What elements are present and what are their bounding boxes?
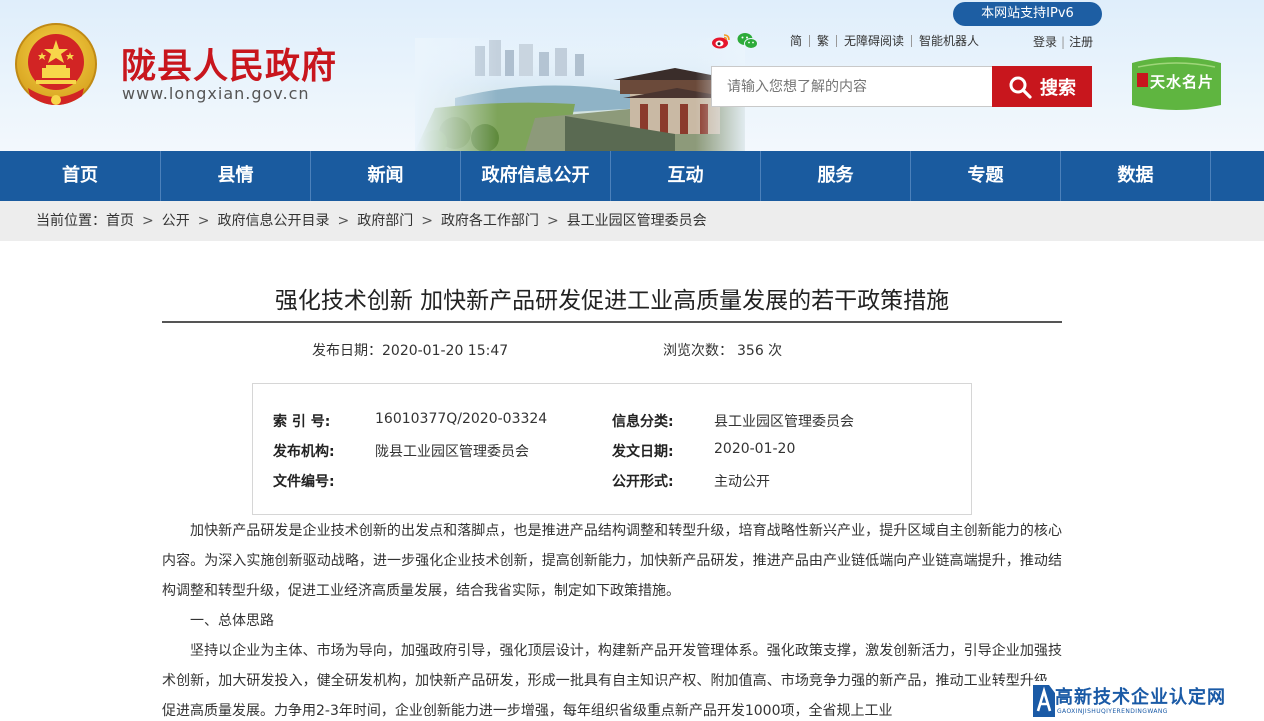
nav-news[interactable]: 新闻: [311, 151, 461, 201]
nav-data[interactable]: 数据: [1061, 151, 1211, 201]
publisher-row: 发布机构:: [273, 441, 335, 461]
nav-topics[interactable]: 专题: [911, 151, 1061, 201]
search-input[interactable]: [712, 67, 992, 106]
page: 陇县人民政府 www.longxian.gov.cn 本网站支持IPv6 简 繁…: [0, 0, 1264, 721]
disclosure-form-label: 公开形式:: [612, 474, 674, 490]
search-button-label: 搜索: [1040, 77, 1076, 99]
breadcrumb-separator: >: [546, 213, 559, 229]
main-nav: 首页 县情 新闻 政府信息公开 互动 服务 专题 数据: [0, 151, 1264, 201]
watermark-badge: 高新技术企业认定网 GAOXINJISHUQIYERENDINGWANG: [1031, 681, 1264, 721]
document-number-row: 文件编号:: [273, 471, 335, 491]
watermark-subtitle: GAOXINJISHUQIYERENDINGWANG: [1057, 708, 1168, 715]
publisher-label: 发布机构:: [273, 444, 335, 460]
index-number-row: 索 引 号:: [273, 411, 330, 431]
disclosure-form-row: 公开形式:: [612, 471, 674, 491]
issue-date-label: 发文日期:: [612, 444, 674, 460]
traditional-chinese-link[interactable]: 繁: [810, 34, 836, 48]
article-body: 加快新产品研发是企业技术创新的出发点和落脚点，也是推进产品结构调整和转型升级，培…: [162, 516, 1062, 721]
tianshui-card-logo-text: 天水名片: [1150, 73, 1215, 91]
body-paragraph: 加快新产品研发是企业技术创新的出发点和落脚点，也是推进产品结构调整和转型升级，培…: [162, 523, 1062, 599]
view-count: 浏览次数： 356 次: [663, 340, 782, 360]
breadcrumb-home[interactable]: 首页: [106, 201, 134, 241]
title-divider: [162, 321, 1062, 323]
disclosure-form-value: 主动公开: [714, 474, 770, 490]
ipv6-support-badge: 本网站支持IPv6: [953, 2, 1102, 26]
view-count-label: 浏览次数：: [663, 343, 733, 359]
utility-bar: 简 繁 无障碍阅读 智能机器人 登录 | 注册: [711, 32, 1093, 50]
body-paragraph: 坚持以企业为主体、市场为导向，加强政府引导，强化顶层设计，构建新产品开发管理体系…: [162, 643, 1062, 719]
publish-date-label: 发布日期：: [312, 343, 382, 359]
category-value: 县工业园区管理委员会: [714, 414, 854, 430]
login-link[interactable]: 登录: [1029, 33, 1061, 50]
wechat-icon[interactable]: [737, 32, 759, 50]
publish-date: 发布日期：2020-01-20 15:47: [312, 340, 508, 360]
category-label: 信息分类:: [612, 414, 674, 430]
breadcrumb-separator: >: [421, 213, 433, 229]
chatbot-link[interactable]: 智能机器人: [912, 34, 986, 48]
publish-date-value: 2020-01-20 15:47: [382, 343, 509, 359]
watermark-logo-icon: [1033, 685, 1055, 717]
article-title: 强化技术创新 加快新产品研发促进工业高质量发展的若干政策措施: [274, 288, 950, 314]
watermark-title: 高新技术企业认定网: [1055, 687, 1226, 708]
breadcrumb-work-departments[interactable]: 政府各工作部门: [441, 201, 539, 241]
breadcrumb-departments[interactable]: 政府部门: [357, 201, 413, 241]
issue-date-value: 2020-01-20: [714, 441, 796, 457]
breadcrumb-open[interactable]: 公开: [162, 201, 190, 241]
search-box: [711, 66, 992, 107]
breadcrumb-industrial-park-committee[interactable]: 县工业园区管理委员会: [567, 201, 707, 241]
nav-services[interactable]: 服务: [761, 151, 911, 201]
publisher-value: 陇县工业园区管理委员会: [375, 444, 529, 460]
breadcrumb-separator: >: [197, 213, 210, 229]
view-count-value: 356 次: [737, 343, 783, 359]
county-scenery-image: [415, 38, 745, 151]
simplified-chinese-link[interactable]: 简: [783, 34, 809, 48]
nav-gov-info-disclosure[interactable]: 政府信息公开: [461, 151, 611, 201]
national-emblem-icon: [15, 23, 97, 105]
breadcrumb-separator: >: [142, 213, 154, 229]
auth-links: 登录 | 注册: [1029, 33, 1097, 50]
nav-interaction[interactable]: 互动: [611, 151, 761, 201]
document-info-table: 索 引 号: 16010377Q/2020-03324 信息分类: 县工业园区管…: [252, 383, 972, 515]
breadcrumb-catalog[interactable]: 政府信息公开目录: [217, 201, 329, 241]
document-number-label: 文件编号:: [273, 474, 335, 490]
site-header: 陇县人民政府 www.longxian.gov.cn 本网站支持IPv6 简 繁…: [0, 0, 1264, 151]
nav-home[interactable]: 首页: [0, 151, 161, 201]
site-url: www.longxian.gov.cn: [122, 84, 310, 103]
section-heading: 一、总体思路: [190, 613, 274, 629]
breadcrumb-separator: >: [337, 213, 350, 229]
breadcrumb-prefix: 当前位置：: [36, 213, 106, 229]
search-icon: [1009, 76, 1032, 99]
category-row: 信息分类:: [612, 411, 674, 431]
weibo-icon[interactable]: [711, 32, 731, 50]
index-number-value: 16010377Q/2020-03324: [375, 411, 548, 427]
tianshui-card-logo[interactable]: 天水名片: [1128, 53, 1225, 113]
accessibility-link[interactable]: 无障碍阅读: [837, 34, 911, 48]
register-link[interactable]: 注册: [1065, 33, 1097, 50]
nav-county-info[interactable]: 县情: [161, 151, 311, 201]
search-button[interactable]: 搜索: [992, 66, 1092, 107]
index-number-label: 索 引 号:: [273, 414, 331, 430]
issue-date-row: 发文日期:: [612, 441, 674, 461]
site-title: 陇县人民政府: [121, 46, 338, 87]
breadcrumb: 当前位置：首页 > 公开 > 政府信息公开目录 > 政府部门 > 政府各工作部门 > 县工业园区管理…: [0, 201, 1264, 241]
